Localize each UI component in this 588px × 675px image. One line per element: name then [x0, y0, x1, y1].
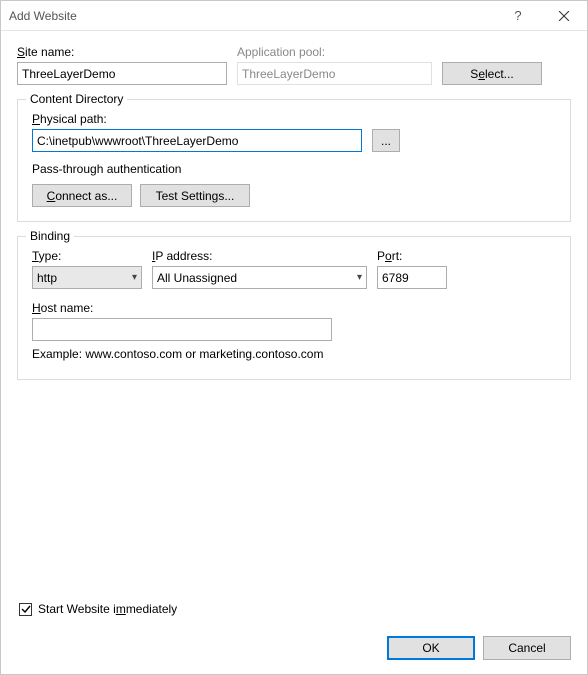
window-title: Add Website: [9, 9, 495, 23]
ok-button[interactable]: OK: [387, 636, 475, 660]
physical-path-label: Physical path:: [32, 112, 556, 126]
binding-group: Binding Type: http ▾ IP address: All Una…: [17, 236, 571, 380]
type-label: Type:: [32, 249, 142, 263]
passthrough-auth-label: Pass-through authentication: [32, 162, 556, 176]
chevron-down-icon: ▾: [132, 272, 137, 283]
close-button[interactable]: [541, 1, 587, 31]
chevron-down-icon: ▾: [357, 272, 362, 283]
type-select-value: http: [37, 271, 57, 285]
host-name-example: Example: www.contoso.com or marketing.co…: [32, 347, 556, 361]
host-name-input[interactable]: [32, 318, 332, 341]
port-label: Port:: [377, 249, 447, 263]
dialog-footer: OK Cancel: [1, 626, 587, 674]
port-input[interactable]: [377, 266, 447, 289]
type-select[interactable]: http ▾: [32, 266, 142, 289]
content-directory-title: Content Directory: [26, 92, 127, 106]
host-name-label: Host name:: [32, 301, 332, 315]
physical-path-input[interactable]: [32, 129, 362, 152]
connect-as-button[interactable]: Connect as...: [32, 184, 132, 207]
ip-address-label: IP address:: [152, 249, 367, 263]
help-button[interactable]: ?: [495, 1, 541, 31]
start-immediately-checkbox[interactable]: [19, 603, 32, 616]
site-name-input[interactable]: [17, 62, 227, 85]
ip-address-value: All Unassigned: [157, 271, 237, 285]
start-immediately-label: Start Website immediately: [38, 602, 177, 616]
test-settings-button[interactable]: Test Settings...: [140, 184, 250, 207]
site-name-label: Site name:: [17, 45, 227, 59]
app-pool-display: ThreeLayerDemo: [237, 62, 432, 85]
dialog-content: Site name: Application pool: ThreeLayerD…: [1, 31, 587, 626]
ip-address-combo[interactable]: All Unassigned ▾: [152, 266, 367, 289]
start-immediately-row[interactable]: Start Website immediately: [17, 596, 571, 626]
cancel-button[interactable]: Cancel: [483, 636, 571, 660]
add-website-dialog: Add Website ? Site name: Application poo…: [0, 0, 588, 675]
select-app-pool-button[interactable]: Select...: [442, 62, 542, 85]
content-directory-group: Content Directory Physical path: ... Pas…: [17, 99, 571, 222]
browse-path-button[interactable]: ...: [372, 129, 400, 152]
app-pool-label: Application pool:: [237, 45, 432, 59]
binding-title: Binding: [26, 229, 74, 243]
titlebar: Add Website ?: [1, 1, 587, 31]
